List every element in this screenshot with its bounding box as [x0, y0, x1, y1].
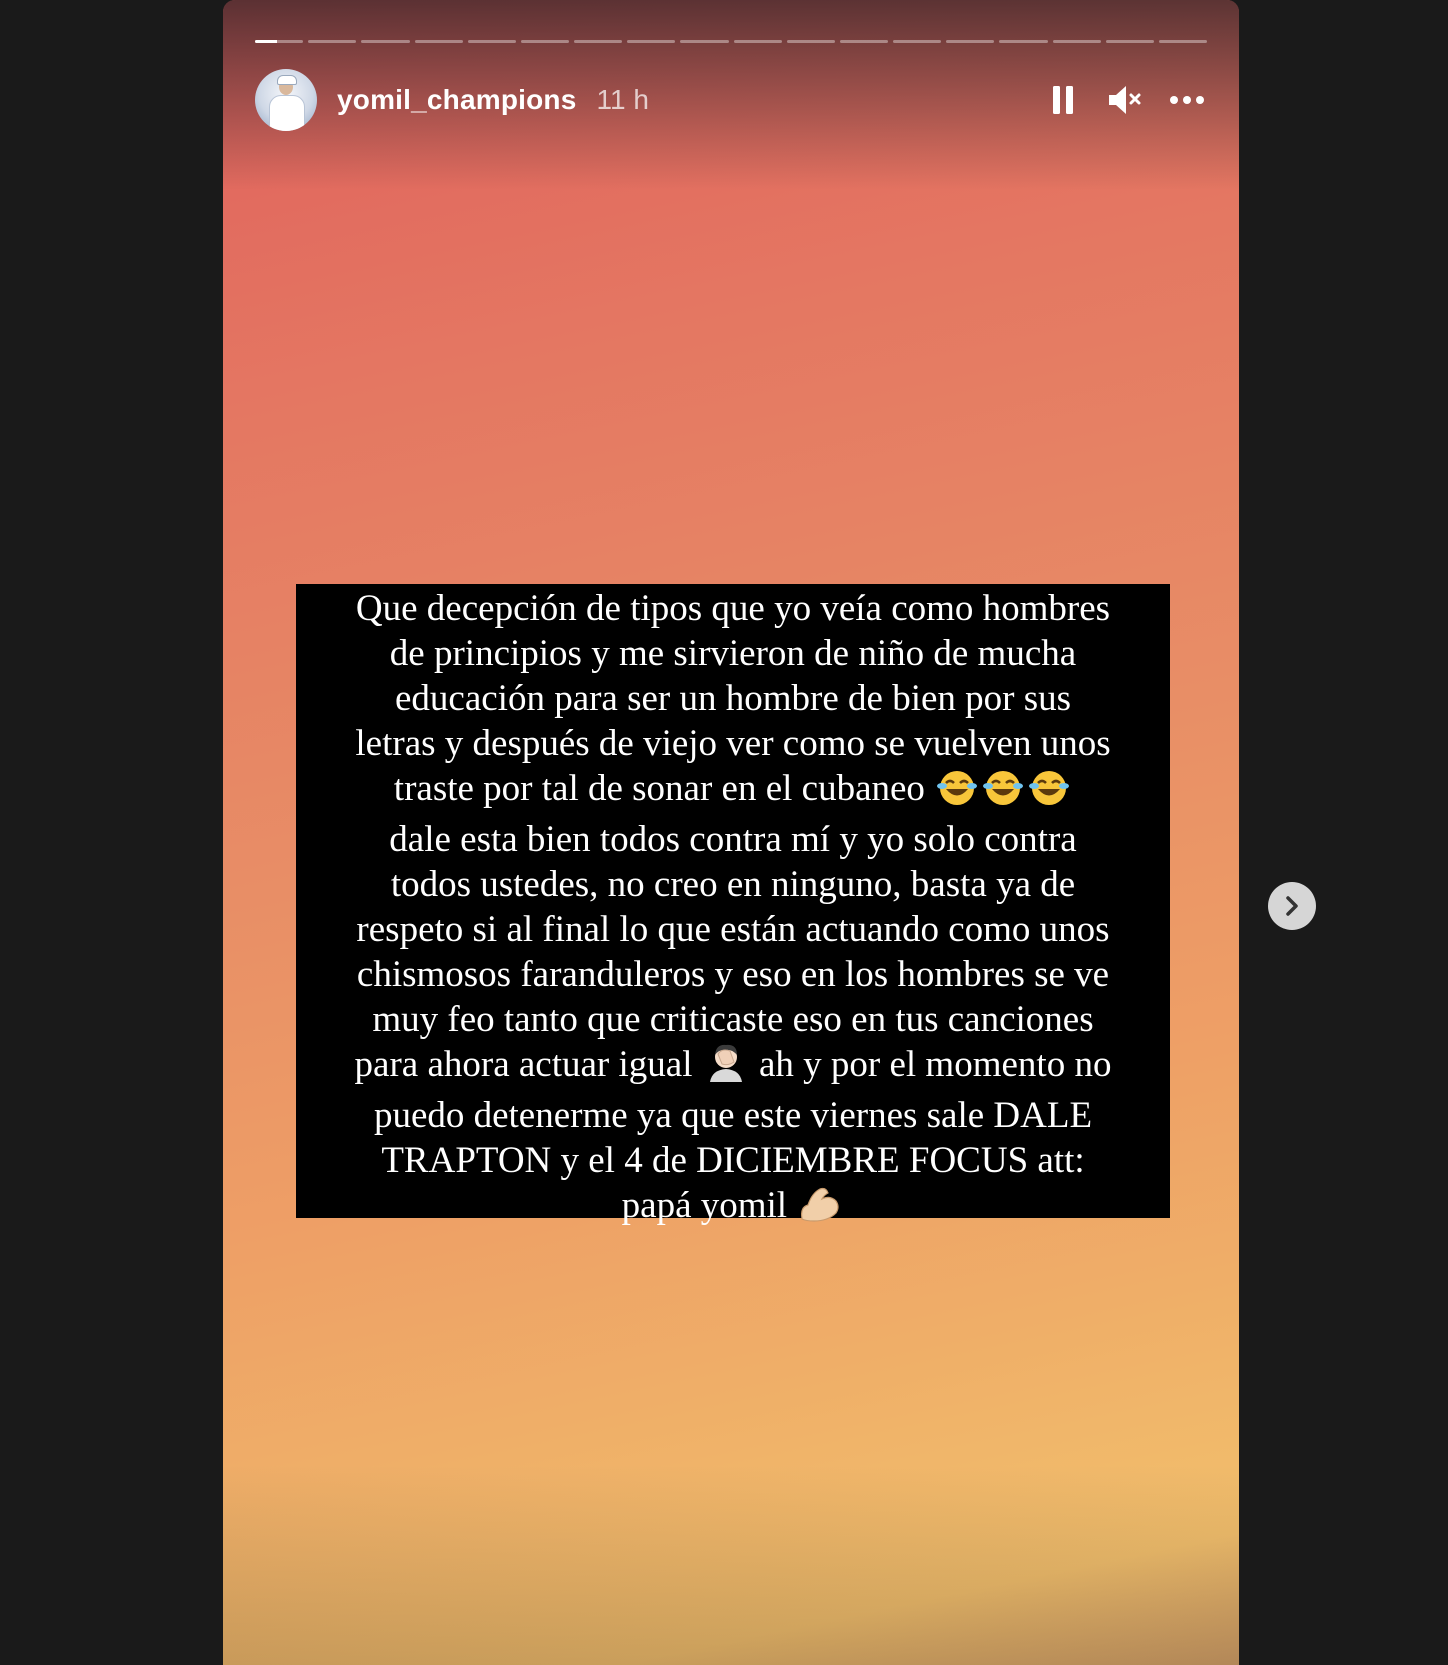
face-with-tears-of-joy-emoji [1028, 768, 1070, 817]
progress-segment [361, 40, 410, 43]
chevron-right-icon [1286, 896, 1298, 916]
text-line: educación para ser un hombre de bien por… [394, 678, 1072, 719]
text-segment: papá yomil [621, 1185, 788, 1226]
avatar[interactable] [255, 69, 317, 131]
next-story-button[interactable] [1268, 882, 1316, 930]
person-facepalming-emoji [704, 1042, 748, 1093]
text-line: de principios y me sirvieron de niño de … [389, 633, 1077, 674]
more-options-icon[interactable] [1167, 80, 1207, 120]
progress-segment [839, 40, 889, 43]
face-with-tears-of-joy-emoji [982, 768, 1024, 817]
username[interactable]: yomil_champions [337, 84, 577, 116]
progress-segment [733, 40, 782, 43]
progress-segment [1052, 40, 1101, 43]
text-line: muy feo tanto que criticaste eso en tus … [372, 999, 1094, 1040]
progress-segment [1105, 40, 1154, 43]
progress-segment [893, 40, 942, 43]
progress-segment [999, 40, 1048, 43]
text-line: chismosos faranduleros y eso en los homb… [356, 954, 1110, 995]
story-viewer: yomil_champions 11 h Que decepción de ti… [0, 0, 1448, 1665]
progress-segment [467, 40, 516, 43]
progress-segment [520, 40, 570, 43]
progress-segment [414, 40, 463, 43]
story-card[interactable]: yomil_champions 11 h Que decepción de ti… [223, 0, 1239, 1665]
progress-segment [255, 40, 304, 43]
story-progress-bar [255, 40, 1208, 44]
progress-segment [680, 40, 729, 43]
progress-segment [574, 40, 623, 43]
progress-segment [308, 40, 357, 43]
text-segment: traste por tal de sonar en el cubaneo [393, 768, 925, 809]
text-line: TRAPTON y el 4 de DICIEMBRE FOCUS att: [381, 1140, 1085, 1181]
text-line: todos ustedes, no creo en ninguno, basta… [390, 864, 1076, 905]
text-line: respeto si al final lo que están actuand… [356, 909, 1110, 950]
text-line: dale esta bien todos contra mí y yo solo… [389, 819, 1077, 860]
progress-segment [946, 40, 995, 43]
flexed-biceps-emoji [798, 1183, 842, 1234]
text-line-with-emoji: papá yomil [306, 1183, 1160, 1234]
text-segment: para ahora actuar igual [354, 1044, 693, 1085]
text-segment: ah y por el momento no [758, 1044, 1112, 1085]
story-text-overlay: Que decepción de tipos que yo veía como … [296, 584, 1170, 1226]
story-controls [1043, 80, 1207, 120]
progress-segment [627, 40, 676, 43]
face-with-tears-of-joy-emoji [936, 768, 978, 817]
pause-icon[interactable] [1043, 80, 1083, 120]
bottom-shade [223, 1465, 1239, 1665]
progress-fill [255, 40, 277, 43]
post-time: 11 h [596, 84, 649, 115]
progress-segment [786, 40, 835, 43]
text-line-with-emoji: traste por tal de sonar en el cubaneo [306, 766, 1160, 817]
story-header: yomil_champions 11 h [255, 68, 1207, 132]
text-line: letras y después de viejo ver como se vu… [355, 723, 1111, 764]
text-line: puedo detenerme ya que este viernes sale… [373, 1095, 1093, 1136]
muted-speaker-icon[interactable] [1105, 80, 1145, 120]
progress-segment [1158, 40, 1208, 43]
text-line: Que decepción de tipos que yo veía como … [355, 588, 1111, 629]
text-line-with-emoji: para ahora actuar igual ah y por el mome… [306, 1042, 1160, 1093]
